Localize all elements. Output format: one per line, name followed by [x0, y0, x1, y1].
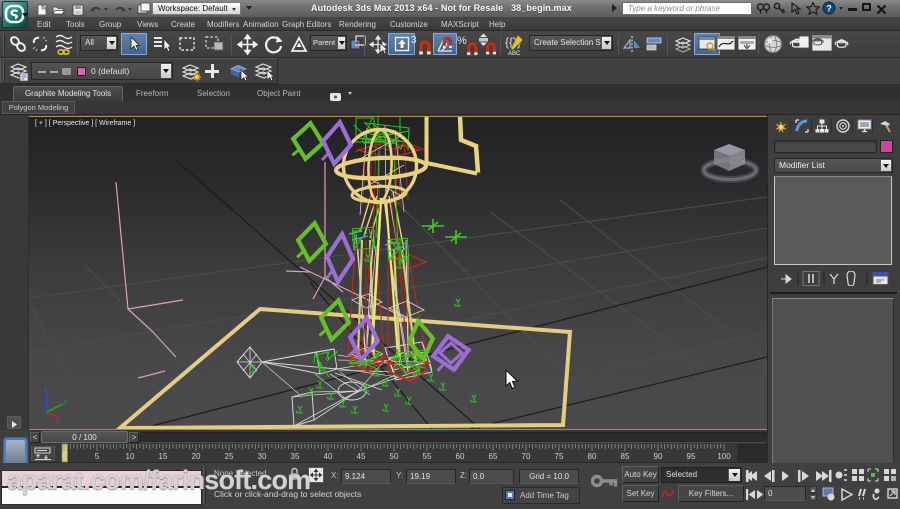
svg-text:%: %	[457, 35, 467, 47]
svg-text:FRONT: FRONT	[730, 158, 745, 164]
svg-text:ABC: ABC	[508, 51, 521, 56]
svg-text:x: x	[56, 420, 59, 426]
svg-text:?: ?	[826, 4, 832, 14]
svg-text:y: y	[64, 400, 67, 406]
svg-text:z: z	[44, 388, 47, 394]
svg-text:3: 3	[411, 35, 417, 46]
